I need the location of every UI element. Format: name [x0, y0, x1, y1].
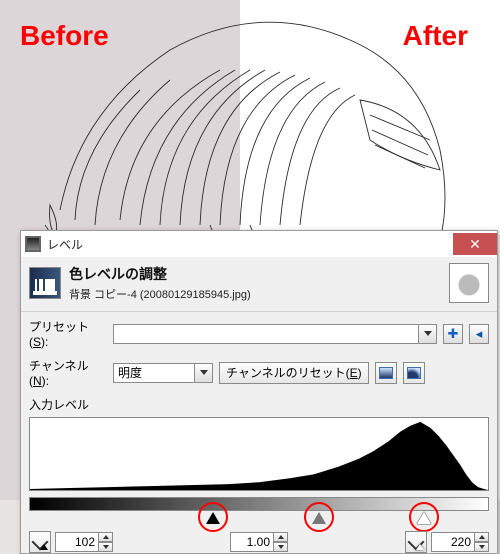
channel-dropdown-button[interactable] [195, 363, 213, 383]
gamma-value[interactable]: 1.00 [230, 532, 274, 552]
gamma-up[interactable] [274, 532, 288, 542]
histogram-icon [29, 267, 61, 299]
chevron-down-icon [278, 545, 284, 549]
log-scale-button[interactable] [403, 362, 425, 384]
levels-dialog: レベル ✕ 色レベルの調整 背景 コピー-4 (20080129185945.j… [20, 230, 498, 554]
preset-dropdown-button[interactable] [419, 324, 437, 344]
black-point-down[interactable] [99, 542, 113, 552]
input-gradient[interactable] [29, 497, 489, 511]
chevron-up-icon [278, 535, 284, 539]
gamma-spinner[interactable]: 1.00 [230, 532, 288, 552]
dialog-subtitle: 背景 コピー-4 (20080129185945.jpg) [69, 286, 449, 302]
eyedropper-black-button[interactable] [29, 531, 51, 553]
close-icon: ✕ [469, 237, 481, 251]
dialog-header: 色レベルの調整 背景 コピー-4 (20080129185945.jpg) [21, 257, 497, 312]
log-scale-icon [407, 367, 421, 379]
black-point-value[interactable]: 102 [55, 532, 99, 552]
gamma-down[interactable] [274, 542, 288, 552]
preset-input[interactable] [113, 324, 419, 344]
black-point-up[interactable] [99, 532, 113, 542]
input-levels-label: 入力レベル [29, 396, 489, 413]
channel-combo[interactable]: 明度 [113, 363, 213, 383]
white-point-up[interactable] [475, 532, 489, 542]
window-title: レベル [47, 236, 453, 253]
titlebar[interactable]: レベル ✕ [21, 231, 497, 257]
preset-row: プリセット(S): ✚ ◂ [29, 318, 489, 349]
chevron-down-icon [424, 331, 432, 336]
channel-label: チャンネル(N): [29, 357, 107, 388]
black-point-spinner[interactable]: 102 [55, 532, 113, 552]
preset-menu-button[interactable]: ◂ [469, 324, 489, 344]
linear-scale-icon [379, 367, 393, 379]
white-point-value[interactable]: 220 [431, 532, 475, 552]
linear-scale-button[interactable] [375, 362, 397, 384]
white-point-spinner[interactable]: 220 [431, 532, 489, 552]
preset-label: プリセット(S): [29, 318, 107, 349]
gamma-slider[interactable] [312, 512, 326, 524]
close-button[interactable]: ✕ [453, 233, 497, 255]
add-preset-button[interactable]: ✚ [443, 324, 463, 344]
preset-combo[interactable] [113, 324, 437, 344]
input-values-row: 102 1.00 220 [29, 531, 489, 553]
dialog-title: 色レベルの調整 [69, 264, 449, 284]
channel-row: チャンネル(N): 明度 チャンネルのリセット(E) [29, 357, 489, 388]
chevron-up-icon [479, 535, 485, 539]
thumbnail-icon [449, 263, 489, 303]
gimp-icon [25, 236, 41, 252]
chevron-up-icon [103, 535, 109, 539]
black-point-slider[interactable] [206, 512, 220, 524]
channel-value[interactable]: 明度 [113, 363, 195, 383]
before-label: Before [20, 20, 109, 52]
chevron-down-icon [479, 545, 485, 549]
reset-channel-button[interactable]: チャンネルのリセット(E) [219, 362, 369, 384]
chevron-down-icon [200, 370, 208, 375]
histogram [29, 417, 489, 491]
eyedropper-white-button[interactable] [405, 531, 427, 553]
white-point-slider[interactable] [417, 512, 431, 524]
chevron-down-icon [103, 545, 109, 549]
after-label: After [403, 20, 468, 52]
white-point-down[interactable] [475, 542, 489, 552]
